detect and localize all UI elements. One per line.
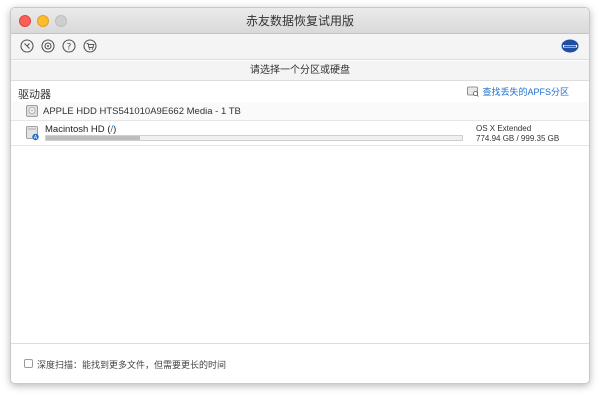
volume-size: 774.94 GB / 999.35 GB [476,134,560,143]
brand-logo-icon [561,39,579,53]
disk-row[interactable]: APPLE HDD HTS541010A9E662 Media - 1 TB [11,102,589,121]
volume-usage-fill [46,136,140,140]
settings-icon[interactable] [41,39,55,53]
svg-text:?: ? [67,42,72,52]
find-lost-apfs-label: 查找丢失的APFS分区 [482,86,569,97]
volume-drive-icon: A [26,126,39,141]
volume-name-text: Macintosh HD [45,124,105,135]
volume-row[interactable]: A Macintosh HD (/) OS X Extended 774.94 … [11,121,589,146]
drives-header: 驱动器 查找丢失的APFS分区 [11,82,589,102]
footer: 深度扫描：能找到更多文件，但需要更长的时间 [11,343,589,383]
volume-filesystem: OS X Extended [476,124,532,133]
drives-section-title: 驱动器 [18,89,51,101]
deep-scan-label: 深度扫描：能找到更多文件，但需要更长的时间 [37,360,227,370]
volume-name: Macintosh HD (/) [45,124,116,135]
deep-scan-checkbox[interactable] [24,359,33,368]
hard-disk-icon [26,105,38,117]
app-window: 赤友数据恢复试用版 ? 请选择一个分区或硬盘 驱动器 查找丢失的APFS分区 A… [10,7,590,384]
toolbar: ? [11,34,589,60]
find-lost-apfs-link[interactable]: 查找丢失的APFS分区 [467,84,569,98]
prompt-bar: 请选择一个分区或硬盘 [11,61,589,81]
title-bar: 赤友数据恢复试用版 [11,8,589,34]
volume-usage-bar [45,135,463,141]
history-icon[interactable] [20,39,34,53]
cart-icon[interactable] [83,39,97,53]
window-title: 赤友数据恢复试用版 [245,14,354,28]
svg-text:A: A [34,135,38,141]
disk-label: APPLE HDD HTS541010A9E662 Media - 1 TB [43,106,241,117]
help-icon[interactable]: ? [62,39,76,53]
mount-close-paren: ) [113,124,117,135]
disk-search-icon [467,86,480,97]
